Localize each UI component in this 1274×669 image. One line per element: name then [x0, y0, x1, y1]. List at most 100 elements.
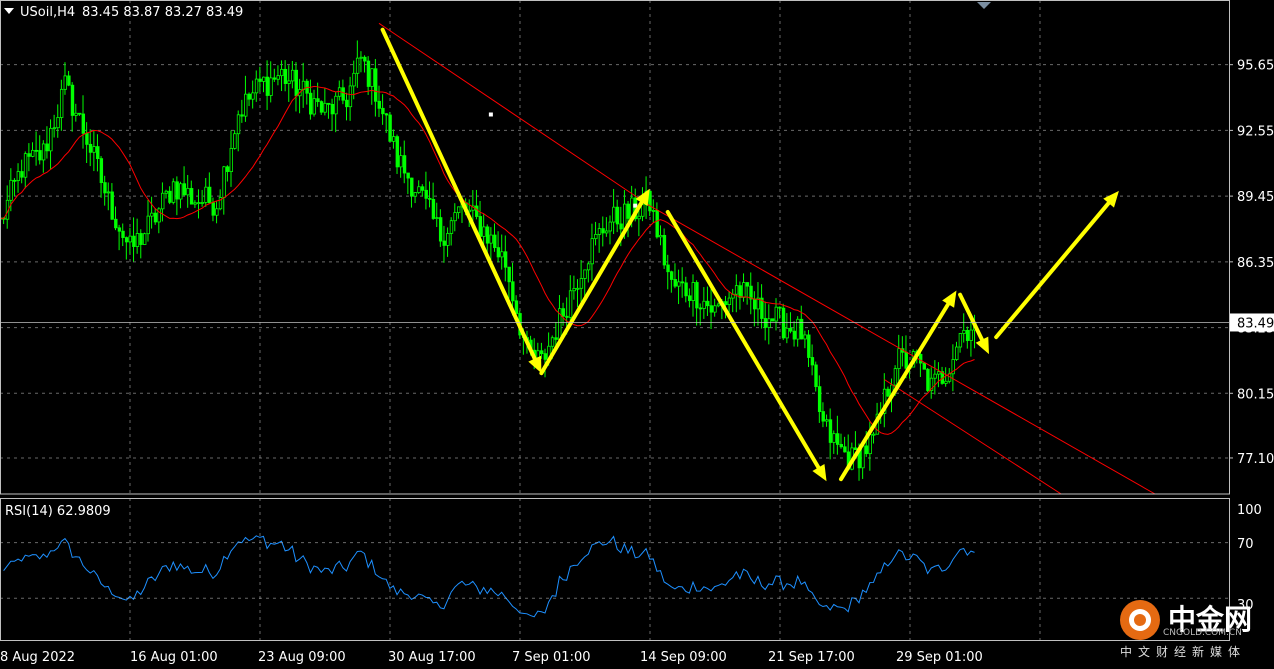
candle-body [287, 80, 291, 84]
candle-body [381, 107, 385, 115]
candle-body [500, 251, 504, 258]
candle-body [933, 373, 937, 379]
candle-body [604, 230, 609, 234]
rsi-panel [0, 535, 1229, 618]
x-tick-label: 7 Sep 01:00 [512, 650, 591, 665]
candle-body [211, 202, 215, 216]
candle-body [70, 84, 75, 116]
rsi-label: RSI(14) 62.9809 [5, 504, 111, 519]
candle-body [781, 307, 786, 339]
axes: 77.1080.1583.2586.3589.4592.5595.6583.49… [0, 0, 1274, 665]
candle-body [453, 212, 457, 222]
candle-body [778, 306, 782, 309]
candle-body [568, 290, 573, 318]
candle-body [153, 212, 158, 223]
y-tick-label: 92.55 [1237, 124, 1274, 139]
candle-body [597, 228, 602, 235]
candle-body [406, 172, 410, 179]
candle-body [637, 215, 641, 220]
candle-body [514, 300, 519, 314]
candle-body [677, 281, 681, 287]
candle-body [269, 77, 273, 96]
dropdown-triangle-icon[interactable] [4, 8, 14, 14]
candle-body [222, 166, 226, 198]
trendline [378, 22, 1156, 495]
current-price-label: 83.49 [1237, 316, 1274, 331]
candle-body [193, 202, 197, 205]
candle-body [233, 133, 237, 149]
candle-body [493, 234, 497, 249]
logo-domain: CNGOLD.COM.CN [1163, 628, 1242, 638]
candle-body [904, 351, 908, 369]
candle-body [659, 235, 663, 238]
candle-body [420, 186, 425, 191]
candle-body [290, 69, 295, 82]
candle-body [41, 143, 46, 161]
candle-body [745, 282, 750, 287]
candle-body [615, 206, 620, 225]
scroll-marker-icon[interactable] [977, 2, 991, 9]
candle-body [355, 57, 360, 74]
x-tick-label: 30 Aug 17:00 [388, 650, 476, 665]
candle-body [839, 444, 843, 448]
candle-body [752, 298, 757, 310]
candle-body [56, 117, 60, 129]
y-tick-label: 77.10 [1237, 452, 1274, 467]
candle-body [103, 182, 107, 194]
candle-body [16, 171, 21, 181]
candle-body [9, 179, 13, 201]
candle-body [88, 143, 93, 153]
candle-body [442, 240, 446, 246]
candle-body [392, 136, 396, 142]
candle-body [135, 233, 140, 247]
candle-body [236, 114, 241, 135]
candle-body [319, 101, 324, 113]
candle-body [955, 346, 959, 360]
candle-body [74, 112, 78, 116]
chart-grid [0, 0, 1229, 640]
candle-body [229, 147, 233, 172]
candle-body [655, 210, 659, 238]
candle-body [713, 305, 717, 313]
candle-body [926, 368, 930, 391]
trend-arrow-shaft [838, 302, 951, 482]
candle-body [27, 153, 31, 157]
candle-body [969, 329, 973, 341]
candle-body [937, 371, 941, 375]
candle-body [626, 203, 631, 219]
candle-body [456, 206, 461, 214]
trendline-handle [488, 112, 493, 117]
candle-body [402, 155, 407, 174]
candle-body [691, 282, 695, 301]
trend-arrow-shaft [665, 210, 821, 470]
candle-body [388, 114, 392, 142]
candle-body [554, 337, 558, 340]
candle-body [716, 303, 721, 307]
candle-body [922, 362, 926, 370]
candle-body [410, 177, 414, 197]
candle-body [918, 353, 923, 364]
candle-body [550, 337, 555, 347]
candle-body [648, 190, 652, 212]
candle-body [280, 68, 284, 77]
candle-body [161, 192, 165, 210]
candle-body [124, 237, 129, 243]
candle-body [59, 88, 64, 118]
candle-body [276, 75, 280, 80]
candle-body [316, 98, 320, 102]
candle-body [669, 271, 674, 280]
candle-body [680, 281, 685, 284]
candle-body [651, 210, 656, 212]
candle-body [623, 203, 627, 230]
candle-body [503, 251, 508, 268]
candle-body [366, 60, 371, 87]
candle-body [142, 233, 147, 245]
candle-body [207, 186, 212, 204]
candle-body [258, 78, 262, 82]
candle-body [384, 113, 389, 116]
candle-body [92, 146, 96, 153]
candle-body [608, 221, 612, 232]
candle-body [709, 305, 714, 313]
rsi-level-label: 100 [1237, 503, 1262, 518]
candle-body [886, 388, 890, 397]
